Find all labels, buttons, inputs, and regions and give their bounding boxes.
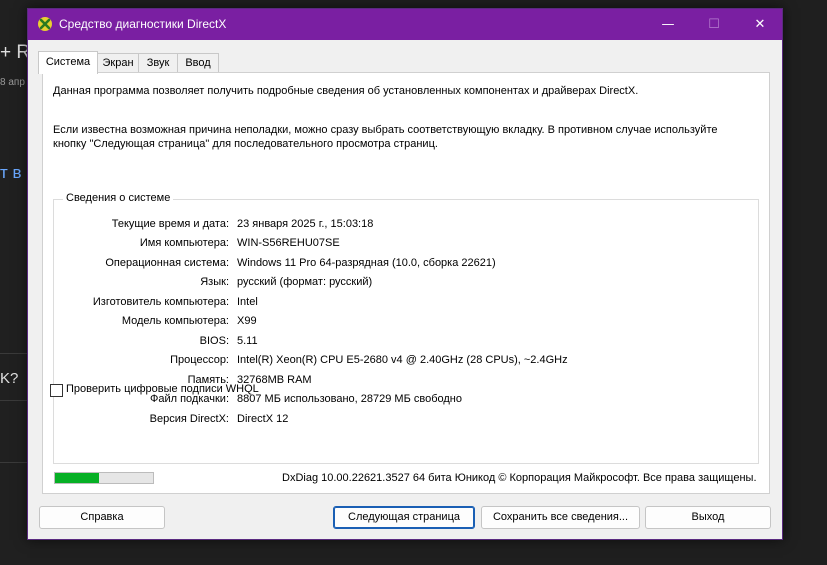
window-title: Средство диагностики DirectX (59, 17, 227, 31)
next-page-button[interactable]: Следующая страница (333, 506, 475, 529)
info-row: Версия DirectX: DirectX 12 (54, 413, 754, 429)
info-label: Модель компьютера: (121, 315, 229, 327)
info-label: Имя компьютера: (139, 237, 229, 249)
intro-text: Если известна возможная причина неполадк… (53, 124, 718, 136)
exit-button[interactable]: Выход (645, 506, 771, 529)
copyright-text: DxDiag 10.00.22621.3527 64 бита Юникод ©… (282, 472, 757, 484)
tab-display[interactable]: Экран (97, 53, 139, 72)
info-row: Операционная система: Windows 11 Pro 64-… (54, 257, 754, 273)
system-info-title: Сведения о системе (63, 192, 174, 204)
info-value: русский (формат: русский) (237, 276, 373, 288)
title-bar[interactable]: Средство диагностики DirectX — ☐ ✕ (28, 9, 782, 40)
intro-text: кнопку "Следующая страница" для последов… (53, 138, 438, 150)
info-label: Операционная система: (105, 257, 229, 269)
dxdiag-window: Средство диагностики DirectX — ☐ ✕ Систе… (27, 8, 783, 540)
info-row: BIOS: 5.11 (54, 335, 754, 351)
background-text: 8 апр (0, 77, 25, 88)
minimize-button[interactable]: — (645, 9, 691, 40)
info-row: Имя компьютера: WIN-S56REHU07SE (54, 237, 754, 253)
info-label: Текущие время и дата: (111, 218, 229, 230)
info-value: Intel(R) Xeon(R) CPU E5-2680 v4 @ 2.40GH… (237, 354, 568, 366)
help-button[interactable]: Справка (39, 506, 165, 529)
maximize-button[interactable]: ☐ (691, 9, 737, 40)
background-divider (0, 462, 30, 463)
system-tab-panel: Данная программа позволяет получить подр… (42, 72, 770, 494)
tab-system[interactable]: Система (38, 51, 98, 74)
background-divider (0, 353, 30, 354)
info-value: 23 января 2025 г., 15:03:18 (237, 218, 374, 230)
info-label: Процессор: (170, 354, 229, 366)
background-text: т в (0, 163, 22, 182)
info-value: WIN-S56REHU07SE (237, 237, 340, 249)
whql-checkbox[interactable] (50, 384, 63, 397)
tab-sound[interactable]: Звук (138, 53, 178, 72)
info-label: BIOS: (199, 335, 229, 347)
info-row: Процессор: Intel(R) Xeon(R) CPU E5-2680 … (54, 354, 754, 370)
info-label: Язык: (200, 276, 229, 288)
whql-checkbox-label[interactable]: Проверить цифровые подписи WHQL (66, 383, 259, 395)
system-info-group: Сведения о системе Текущие время и дата:… (53, 192, 759, 464)
info-row: Язык: русский (формат: русский) (54, 276, 754, 292)
background-text: + R (0, 42, 31, 63)
background-divider (0, 400, 30, 401)
info-value: DirectX 12 (237, 413, 289, 425)
info-label: Версия DirectX: (149, 413, 229, 425)
info-row: Изготовитель компьютера: Intel (54, 296, 754, 312)
progress-fill (55, 473, 100, 483)
save-all-button[interactable]: Сохранить все сведения... (481, 506, 640, 529)
info-value: 5.11 (237, 335, 258, 347)
info-value: Intel (237, 296, 258, 308)
tab-input[interactable]: Ввод (177, 53, 219, 72)
intro-text: Данная программа позволяет получить подр… (53, 85, 639, 97)
info-row: Файл подкачки: 8807 МБ использовано, 287… (54, 393, 754, 409)
progress-bar (54, 472, 154, 484)
info-row: Модель компьютера: X99 (54, 315, 754, 331)
info-value: Windows 11 Pro 64-разрядная (10.0, сборк… (237, 257, 496, 269)
close-button[interactable]: ✕ (737, 9, 783, 40)
info-value: 8807 МБ использовано, 28729 МБ свободно (237, 393, 462, 405)
info-row: Текущие время и дата: 23 января 2025 г.,… (54, 218, 754, 234)
directx-icon (38, 17, 52, 31)
info-value: X99 (237, 315, 257, 327)
background-text: K? (0, 370, 19, 387)
info-label: Изготовитель компьютера: (92, 296, 229, 308)
